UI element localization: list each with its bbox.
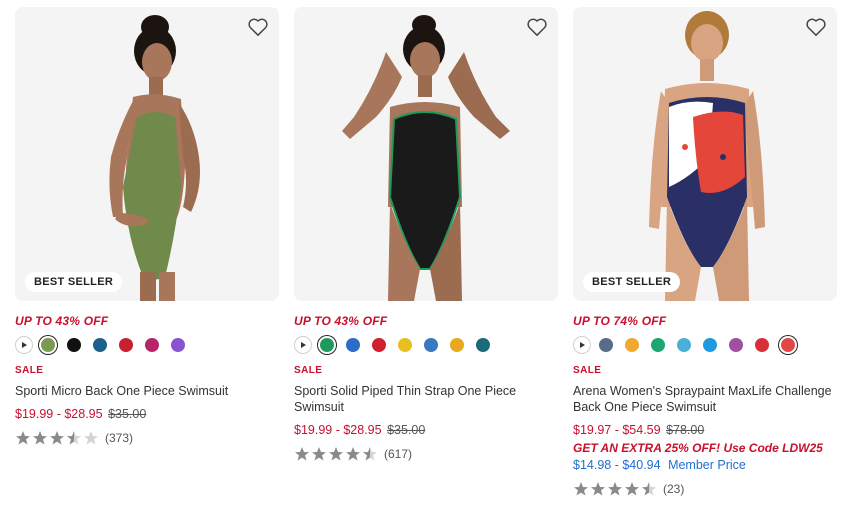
color-swatch[interactable] [67, 338, 81, 352]
sale-label: SALE [573, 365, 602, 376]
color-swatches [573, 336, 837, 354]
original-price: $35.00 [108, 407, 147, 421]
rating[interactable]: (373) [15, 430, 279, 446]
extra-promo-text: GET AN EXTRA 25% OFF! Use Code LDW25 [573, 441, 823, 455]
sale-label: SALE [294, 365, 323, 376]
color-swatch[interactable] [424, 338, 438, 352]
price: $19.97 - $54.59 $78.00 [573, 423, 837, 439]
star-icon [363, 447, 377, 461]
color-swatch[interactable] [476, 338, 490, 352]
product-image[interactable]: BEST SELLER [15, 7, 279, 301]
product-grid: BEST SELLER UP TO 43% OFF SALE Sporti Mi… [0, 0, 846, 514]
star-icon [608, 482, 622, 496]
play-icon [301, 342, 306, 348]
sale-price: $19.99 - $28.95 [15, 407, 103, 421]
color-swatch[interactable] [41, 338, 55, 352]
product-image[interactable]: BEST SELLER [573, 7, 837, 301]
sale-price: $19.99 - $28.95 [294, 423, 382, 437]
color-swatch[interactable] [599, 338, 613, 352]
product-image[interactable] [294, 7, 558, 301]
promo-text: UP TO 74% OFF [573, 314, 667, 328]
star-icon [84, 431, 98, 445]
color-swatch[interactable] [171, 338, 185, 352]
product-card[interactable]: UP TO 43% OFF SALE Sporti Solid Piped Th… [294, 7, 558, 462]
original-price: $35.00 [387, 423, 426, 437]
product-photo [342, 15, 510, 301]
heart-icon[interactable] [526, 17, 548, 37]
star-icon [33, 431, 47, 445]
color-swatch[interactable] [372, 338, 386, 352]
rating[interactable]: (23) [573, 481, 837, 497]
star-icon [329, 447, 343, 461]
heart-icon[interactable] [805, 17, 827, 37]
color-swatch[interactable] [93, 338, 107, 352]
star-icon [16, 431, 30, 445]
best-seller-badge: BEST SELLER [583, 272, 681, 292]
price: $19.99 - $28.95 $35.00 [294, 423, 558, 439]
promo-text: UP TO 43% OFF [294, 314, 388, 328]
color-swatch[interactable] [625, 338, 639, 352]
product-photo [109, 15, 200, 301]
price: $19.99 - $28.95 $35.00 [15, 407, 279, 423]
original-price: $78.00 [666, 423, 705, 437]
color-swatch[interactable] [755, 338, 769, 352]
product-title[interactable]: Arena Women's Spraypaint MaxLife Challen… [573, 383, 837, 415]
color-swatch[interactable] [450, 338, 464, 352]
member-price: $14.98 - $40.94 Member Price [573, 458, 837, 474]
star-rating [294, 446, 379, 462]
star-rating [15, 430, 100, 446]
star-icon [642, 482, 656, 496]
member-price-range: $14.98 - $40.94 [573, 458, 661, 472]
star-icon [574, 482, 588, 496]
star-icon [625, 482, 639, 496]
play-video-button[interactable] [15, 336, 33, 354]
color-swatches [15, 336, 279, 354]
sale-price: $19.97 - $54.59 [573, 423, 661, 437]
play-icon [22, 342, 27, 348]
best-seller-badge: BEST SELLER [25, 272, 123, 292]
review-count: (373) [105, 431, 134, 445]
color-swatch[interactable] [145, 338, 159, 352]
member-price-label[interactable]: Member Price [668, 458, 746, 472]
play-video-button[interactable] [294, 336, 312, 354]
color-swatch[interactable] [781, 338, 795, 352]
color-swatch[interactable] [398, 338, 412, 352]
sale-label: SALE [15, 365, 44, 376]
color-swatch[interactable] [651, 338, 665, 352]
product-title[interactable]: Sporti Solid Piped Thin Strap One Piece … [294, 383, 558, 415]
star-rating [573, 481, 658, 497]
color-swatch[interactable] [677, 338, 691, 352]
review-count: (617) [384, 447, 413, 461]
color-swatch[interactable] [119, 338, 133, 352]
play-icon [580, 342, 585, 348]
color-swatch[interactable] [729, 338, 743, 352]
star-icon [312, 447, 326, 461]
color-swatches [294, 336, 558, 354]
color-swatch[interactable] [703, 338, 717, 352]
star-icon [50, 431, 64, 445]
play-video-button[interactable] [573, 336, 591, 354]
product-card[interactable]: BEST SELLER UP TO 43% OFF SALE Sporti Mi… [15, 7, 279, 446]
promo-text: UP TO 43% OFF [15, 314, 109, 328]
star-icon [591, 482, 605, 496]
product-card[interactable]: BEST SELLER UP TO 74% OFF SALE Arena Wom… [573, 7, 837, 497]
star-icon [346, 447, 360, 461]
color-swatch[interactable] [320, 338, 334, 352]
star-icon [67, 431, 81, 445]
rating[interactable]: (617) [294, 446, 558, 462]
product-title[interactable]: Sporti Micro Back One Piece Swimsuit [15, 383, 279, 399]
heart-icon[interactable] [247, 17, 269, 37]
product-photo [649, 11, 765, 301]
star-icon [295, 447, 309, 461]
review-count: (23) [663, 482, 685, 496]
color-swatch[interactable] [346, 338, 360, 352]
